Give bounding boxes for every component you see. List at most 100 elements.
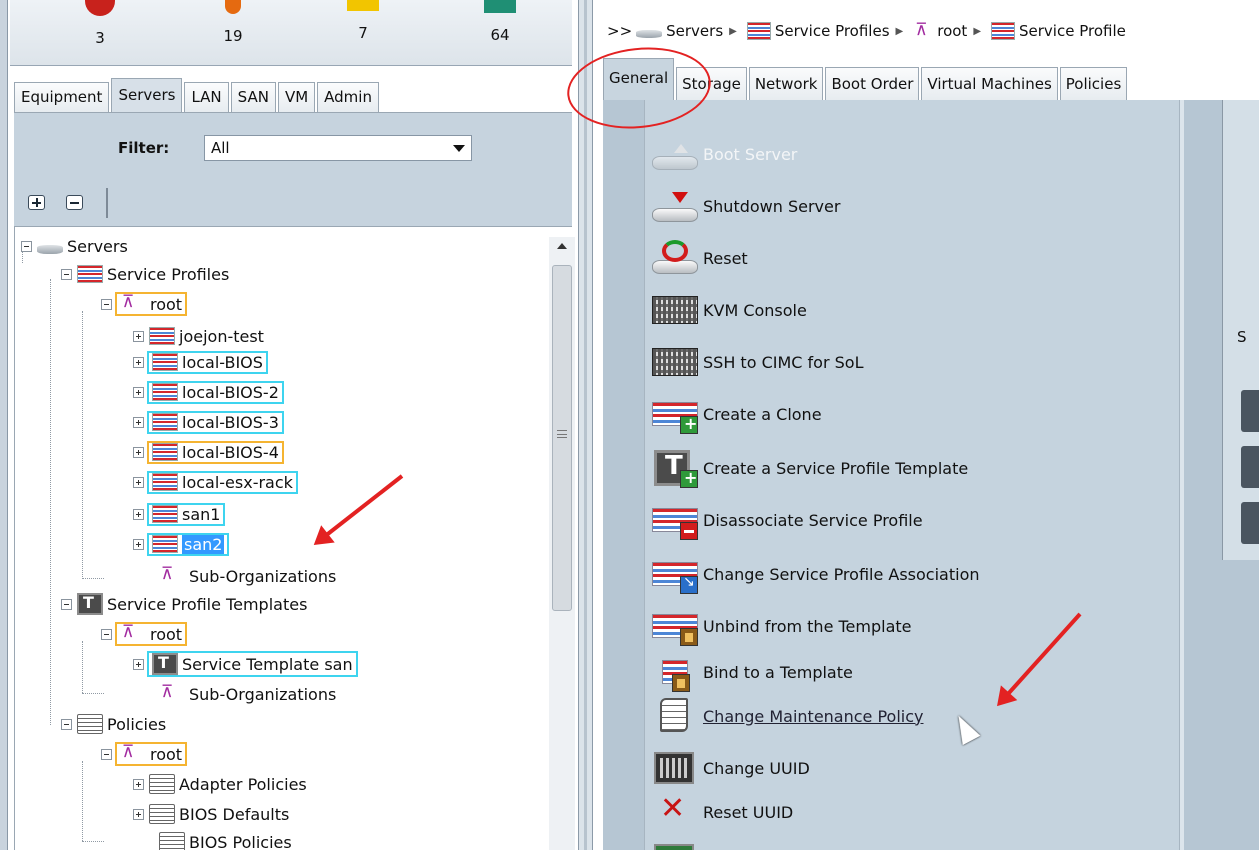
- shutdown-server-action[interactable]: Shutdown Server: [652, 184, 840, 228]
- expand-toggle[interactable]: [133, 658, 144, 670]
- expand-toggle[interactable]: [133, 476, 144, 488]
- tab-lan[interactable]: LAN: [184, 82, 229, 112]
- action-label: Disassociate Service Profile: [703, 510, 923, 530]
- tree-node-policies-root[interactable]: root: [101, 741, 188, 767]
- tab-vm[interactable]: VM: [277, 82, 316, 112]
- bind-icon: [652, 650, 700, 694]
- critical-fault-counter[interactable]: 3: [60, 0, 140, 47]
- tree-node-profile-selected[interactable]: san2: [133, 531, 230, 557]
- change-maintenance-policy-action[interactable]: Change Maintenance Policy: [652, 694, 924, 738]
- chevron-down-icon: [453, 145, 465, 152]
- tree-node-root[interactable]: root: [101, 291, 188, 317]
- breadcrumb-service-profiles[interactable]: Service Profiles: [775, 22, 890, 40]
- collapse-toggle[interactable]: [61, 718, 72, 730]
- breadcrumb-root[interactable]: root: [937, 22, 967, 40]
- kvm-console-action[interactable]: KVM Console: [652, 288, 807, 332]
- reset-action[interactable]: Reset: [652, 236, 748, 280]
- tab-servers[interactable]: Servers: [111, 78, 183, 112]
- tree-node-sub-organizations[interactable]: Sub-Organizations: [159, 681, 336, 707]
- action-label: Boot Server: [703, 144, 798, 164]
- tab-san[interactable]: SAN: [230, 82, 276, 112]
- tree-node-policy[interactable]: BIOS Defaults: [133, 801, 289, 827]
- bind-template-action[interactable]: Bind to a Template: [652, 650, 853, 694]
- breadcrumb-service-profile[interactable]: Service Profile: [1019, 22, 1126, 40]
- expand-toggle[interactable]: [133, 356, 144, 368]
- next-action[interactable]: [652, 838, 703, 850]
- major-fault-counter[interactable]: 19: [193, 0, 273, 45]
- collapse-toggle[interactable]: [61, 268, 72, 280]
- tree-node-template[interactable]: Service Template san: [133, 651, 358, 677]
- tree-node-profile[interactable]: joejon-test: [133, 323, 264, 349]
- collapse-toggle[interactable]: [101, 628, 112, 640]
- tree-node-profile[interactable]: local-BIOS: [133, 349, 268, 375]
- side-button[interactable]: [1241, 502, 1259, 544]
- tree-node-policy[interactable]: Adapter Policies: [133, 771, 307, 797]
- tab-network[interactable]: Network: [748, 67, 824, 100]
- expand-toggle[interactable]: [133, 808, 144, 820]
- expand-toggle[interactable]: [133, 778, 144, 790]
- highlight-box: local-BIOS-2: [147, 380, 284, 404]
- pane-splitter[interactable]: [578, 0, 593, 850]
- tree-node-template-root[interactable]: root: [101, 621, 188, 647]
- tree-node-servers[interactable]: Servers: [21, 233, 128, 259]
- change-association-action[interactable]: Change Service Profile Association: [652, 552, 980, 596]
- tree-label: local-esx-rack: [182, 472, 293, 492]
- action-label: KVM Console: [703, 300, 807, 320]
- create-template-action[interactable]: Create a Service Profile Template: [652, 446, 968, 490]
- tree-scrollbar[interactable]: [549, 237, 575, 850]
- service-profile-icon: [152, 505, 178, 523]
- tree-node-policy[interactable]: BIOS Policies: [159, 829, 292, 850]
- tab-virtual-machines[interactable]: Virtual Machines: [921, 67, 1058, 100]
- tab-boot-order[interactable]: Boot Order: [825, 67, 920, 100]
- tab-equipment[interactable]: Equipment: [14, 82, 110, 112]
- tree-node-service-profiles[interactable]: Service Profiles: [61, 261, 229, 287]
- action-label: Create a Service Profile Template: [703, 458, 969, 478]
- tab-policies[interactable]: Policies: [1059, 67, 1128, 100]
- minor-fault-counter[interactable]: 7: [323, 0, 403, 42]
- collapse-toggle[interactable]: [61, 598, 72, 610]
- unbind-template-action[interactable]: Unbind from the Template: [652, 604, 912, 648]
- filter-dropdown[interactable]: All: [204, 135, 472, 161]
- highlight-box: local-BIOS: [147, 350, 268, 374]
- action-label: Change UUID: [703, 758, 810, 778]
- disassociate-action[interactable]: Disassociate Service Profile: [652, 498, 923, 542]
- collapse-all-button[interactable]: [66, 195, 83, 210]
- expand-toggle[interactable]: [133, 508, 144, 520]
- ssh-cimc-action[interactable]: SSH to CIMC for SoL: [652, 340, 863, 384]
- tree-node-profile[interactable]: local-BIOS-3: [133, 409, 284, 435]
- expand-all-button[interactable]: [28, 195, 45, 210]
- collapse-toggle[interactable]: [101, 298, 112, 310]
- side-button[interactable]: [1241, 446, 1259, 488]
- uuid-icon: [652, 746, 700, 790]
- breadcrumb-chevrons[interactable]: >>: [607, 22, 632, 40]
- minor-fault-icon: [347, 0, 379, 11]
- tree-label: Servers: [67, 236, 128, 256]
- change-uuid-action[interactable]: Change UUID: [652, 746, 810, 790]
- tab-admin[interactable]: Admin: [317, 82, 379, 112]
- reset-uuid-icon: ✕: [660, 791, 686, 826]
- tree-node-profile[interactable]: san1: [133, 501, 226, 527]
- expand-toggle[interactable]: [133, 416, 144, 428]
- expand-toggle[interactable]: [133, 446, 144, 458]
- scrollbar-thumb[interactable]: [552, 265, 572, 611]
- service-profile-icon: [152, 383, 178, 401]
- tree-node-profile[interactable]: local-esx-rack: [133, 469, 298, 495]
- reset-uuid-action[interactable]: ✕ Reset UUID: [652, 790, 793, 834]
- tree-node-service-profile-templates[interactable]: Service Profile Templates: [61, 591, 307, 617]
- expand-toggle[interactable]: [133, 538, 144, 550]
- tree-node-sub-organizations[interactable]: Sub-Organizations: [159, 563, 336, 589]
- collapse-toggle[interactable]: [101, 748, 112, 760]
- collapse-toggle[interactable]: [21, 240, 32, 252]
- tree-node-profile[interactable]: local-BIOS-4: [133, 439, 284, 465]
- warning-fault-counter[interactable]: 64: [460, 0, 540, 44]
- scroll-up-arrow-icon[interactable]: [557, 243, 567, 249]
- highlight-box: san1: [146, 502, 226, 526]
- unbind-icon: [652, 604, 700, 648]
- tree-node-profile[interactable]: local-BIOS-2: [133, 379, 284, 405]
- breadcrumb-servers[interactable]: Servers: [666, 22, 723, 40]
- expand-toggle[interactable]: [133, 386, 144, 398]
- tree-node-policies[interactable]: Policies: [61, 711, 166, 737]
- expand-toggle[interactable]: [133, 330, 144, 342]
- side-button[interactable]: [1241, 390, 1259, 432]
- create-clone-action[interactable]: Create a Clone: [652, 392, 822, 436]
